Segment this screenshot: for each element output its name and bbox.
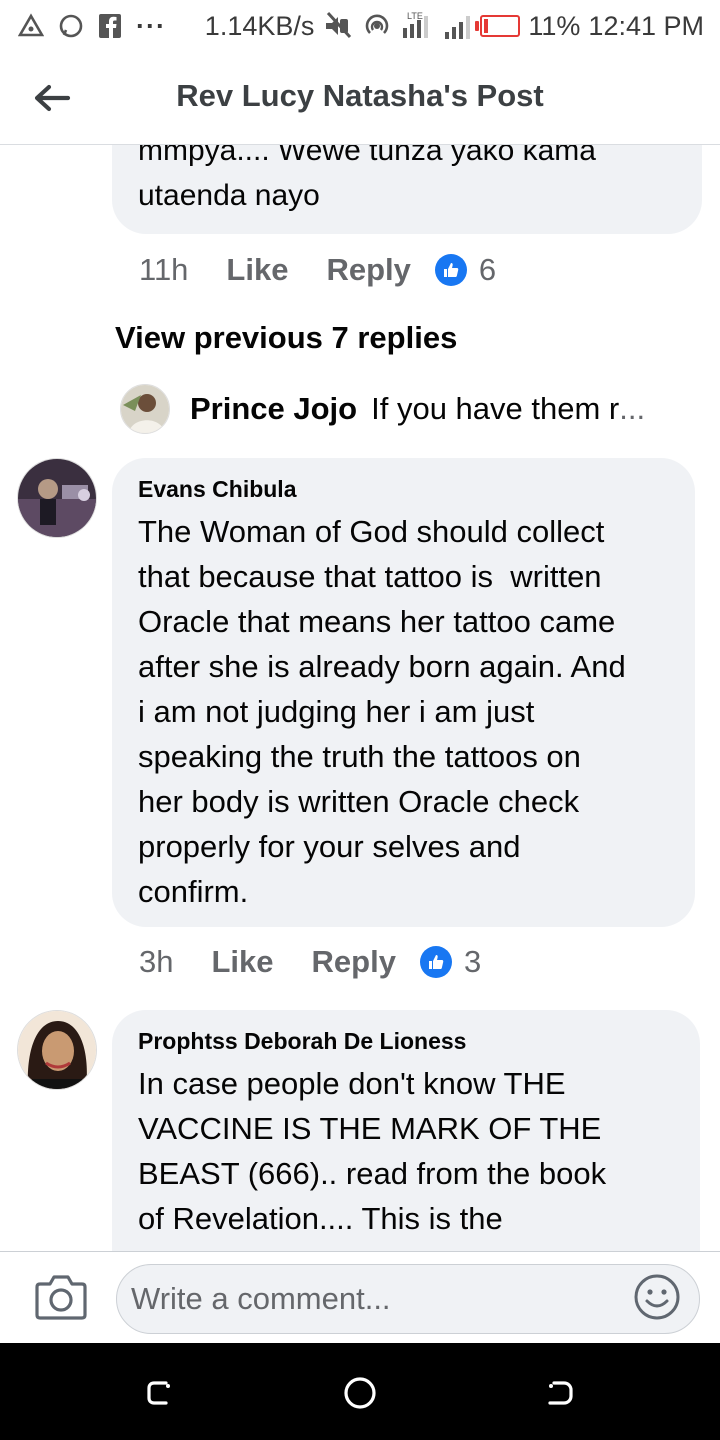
reply-button[interactable]: Reply — [312, 944, 396, 980]
comment-text-line: i am not judging her i am just — [138, 694, 535, 729]
emoji-button[interactable] — [632, 1272, 682, 1322]
status-left-icons: ··· — [18, 8, 166, 44]
facebook-icon — [99, 14, 121, 38]
emoji-icon — [634, 1274, 680, 1320]
back-nav-button[interactable] — [540, 1373, 580, 1413]
comment-text-line: beginning of the end of Satan and — [138, 1241, 674, 1251]
home-button[interactable] — [340, 1373, 380, 1413]
comment-text-line: speaking the truth the tattoos on — [138, 739, 581, 774]
reply-text: If you have them r — [371, 391, 620, 426]
comment-text-line: Oracle that means her tattoo came — [138, 604, 616, 639]
reply-button[interactable]: Reply — [326, 252, 410, 288]
battery-icon — [475, 15, 521, 37]
like-reaction-icon — [434, 254, 467, 286]
clock: 12:41 PM — [588, 10, 704, 41]
battery-percent: 11% — [528, 10, 581, 41]
camera-icon — [35, 1275, 87, 1320]
hotspot-icon — [366, 14, 389, 34]
comment-text-line: confirm. — [138, 874, 249, 909]
silent-mode-icon — [326, 11, 352, 39]
comment-text-line: The Woman of God should collect — [138, 514, 605, 549]
more-notifications-icon: ··· — [136, 10, 166, 41]
comment-text-line: after she is already born again. And — [138, 649, 626, 684]
post-header: Rev Lucy Natasha's Post — [0, 52, 720, 145]
reply-author[interactable]: Prince Jojo — [190, 391, 357, 427]
reaction-count[interactable]: 3 — [464, 944, 481, 980]
comment-composer: Write a comment... — [0, 1251, 720, 1344]
page-title: Rev Lucy Natasha's Post — [176, 78, 544, 113]
comment-text-line: mmpya.... Wewe tunza yako kama — [138, 144, 596, 167]
comments-list[interactable]: mmpya.... Wewe tunza yako kama utaenda n… — [0, 144, 720, 1251]
home-circle-icon — [344, 1377, 376, 1409]
recent-apps-button[interactable] — [140, 1373, 180, 1413]
like-reaction-icon — [419, 946, 452, 978]
comment-text-line: In case people don't know THE — [138, 1066, 566, 1101]
reply-ellipsis: ... — [619, 391, 646, 426]
like-button[interactable]: Like — [211, 944, 273, 980]
comment-author[interactable]: Evans Chibula — [138, 476, 669, 503]
avatar[interactable] — [120, 384, 170, 434]
comment-text-line: VACCINE IS THE MARK OF THE — [138, 1111, 602, 1146]
messenger-icon — [59, 14, 83, 38]
comment-author[interactable]: Prophtss Deborah De Lioness — [138, 1028, 674, 1055]
reply-preview[interactable]: Prince Jojo If you have them r ... — [120, 384, 645, 434]
view-previous-replies-link[interactable]: View previous 7 replies — [115, 320, 457, 356]
system-nav-bar — [0, 1343, 720, 1440]
comment-text-line: her body is written Oracle check — [138, 784, 580, 819]
recent-apps-icon — [147, 1381, 170, 1405]
svg-text:LTE: LTE — [407, 11, 423, 21]
comment-placeholder: Write a comment... — [131, 1281, 391, 1316]
comment-bubble[interactable]: Prophtss Deborah De Lioness In case peop… — [112, 1010, 700, 1251]
triangle-notification-icon — [18, 13, 44, 37]
like-button[interactable]: Like — [226, 252, 288, 288]
avatar[interactable] — [17, 458, 97, 538]
comment-bubble[interactable]: Evans Chibula The Woman of God should co… — [112, 458, 695, 927]
comment-text-line: that because that tattoo is written — [138, 559, 602, 594]
avatar[interactable] — [17, 1010, 97, 1090]
comment-time: 3h — [139, 944, 174, 979]
comment-bubble-previous[interactable]: mmpya.... Wewe tunza yako kama utaenda n… — [112, 144, 702, 234]
comment-text-line: BEAST (666).. read from the book — [138, 1156, 607, 1191]
camera-button[interactable] — [34, 1272, 88, 1322]
comment-text-line: of Revelation.... This is the — [138, 1201, 503, 1236]
comment-text-line: utaenda nayo — [138, 179, 320, 212]
back-nav-icon — [548, 1381, 573, 1405]
reaction-count[interactable]: 6 — [479, 252, 496, 288]
comment-input[interactable]: Write a comment... — [116, 1264, 700, 1334]
comment-text-line: properly for your selves and — [138, 829, 521, 864]
lte-signal-icon: LTE — [403, 11, 429, 38]
comment-actions: 3h Like Reply 3 — [139, 942, 481, 982]
network-speed: 1.14KB/s — [204, 10, 315, 41]
signal-icon — [445, 16, 471, 39]
comment-time: 11h — [139, 252, 189, 287]
comment-actions-previous: 11h Like Reply 6 — [139, 250, 496, 290]
status-right-icons: 1.14KB/s LTE 11% 12:41 PM — [205, 8, 704, 44]
status-bar: ··· 1.14KB/s LTE 11% 12:41 PM — [0, 0, 720, 52]
